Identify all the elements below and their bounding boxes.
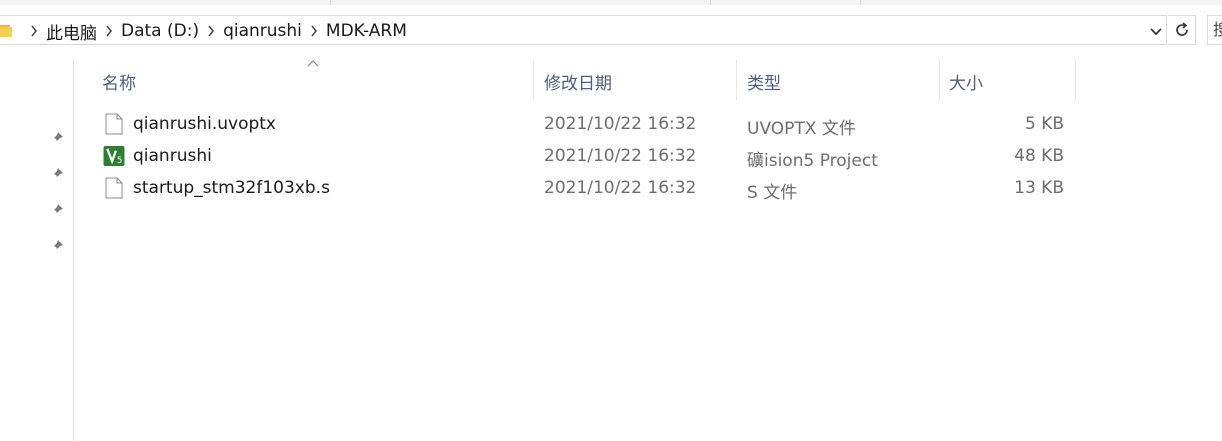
file-modified: 2021/10/22 16:32: [544, 178, 697, 198]
file-name: qianrushi.uvoptx: [133, 114, 276, 134]
file-size: 5 KB: [1024, 114, 1064, 134]
pin-icon[interactable]: [50, 131, 64, 145]
file-row[interactable]: 5 qianrushi 2021/10/22 16:32 礦ision5 Pro…: [74, 141, 1076, 173]
column-header-size-label: 大小: [949, 74, 983, 94]
breadcrumb-this-pc[interactable]: 此电脑: [46, 19, 97, 44]
column-header-modified-label: 修改日期: [544, 74, 612, 94]
chevron-right-icon[interactable]: [203, 16, 219, 46]
chevron-right-icon[interactable]: [306, 16, 322, 46]
address-bar[interactable]: 此电脑 Data (D:) qianrushi MDK-ARM: [0, 15, 1167, 45]
file-size: 48 KB: [1014, 146, 1064, 166]
refresh-icon: [1175, 22, 1188, 36]
refresh-button[interactable]: [1168, 15, 1196, 45]
breadcrumb-folder-qianrushi[interactable]: qianrushi: [223, 21, 302, 41]
file-type: UVOPTX 文件: [747, 119, 856, 139]
pin-icon[interactable]: [50, 239, 64, 253]
chevron-right-icon[interactable]: [26, 16, 42, 46]
pin-icon[interactable]: [50, 167, 64, 181]
breadcrumb-folder-mdk-arm[interactable]: MDK-ARM: [326, 21, 407, 41]
search-partial-text: 搜: [1213, 20, 1222, 39]
breadcrumb-drive[interactable]: Data (D:): [121, 21, 199, 41]
chevron-right-icon[interactable]: [101, 16, 117, 46]
file-type: 礦ision5 Project: [747, 151, 878, 171]
file-size: 13 KB: [1014, 178, 1064, 198]
file-row[interactable]: qianrushi.uvoptx 2021/10/22 16:32 UVOPTX…: [74, 109, 1076, 141]
file-row[interactable]: startup_stm32f103xb.s 2021/10/22 16:32 S…: [74, 173, 1076, 205]
folder-icon: [0, 25, 12, 37]
breadcrumb: 此电脑 Data (D:) qianrushi MDK-ARM: [22, 16, 407, 46]
file-name: qianrushi: [133, 146, 212, 166]
search-input[interactable]: 搜: [1207, 15, 1222, 45]
chevron-down-icon[interactable]: [1148, 23, 1164, 39]
file-type: S 文件: [747, 183, 798, 203]
svg-text:5: 5: [117, 156, 122, 166]
navigation-pane: [0, 60, 74, 441]
toolbar-edge: [0, 0, 1222, 5]
file-modified: 2021/10/22 16:32: [544, 114, 697, 134]
column-header-modified[interactable]: 修改日期: [535, 60, 737, 100]
column-header-name[interactable]: 名称: [74, 60, 534, 100]
document-icon: [105, 177, 123, 199]
column-header-type[interactable]: 类型: [738, 60, 940, 100]
document-icon: [105, 113, 123, 135]
pin-icon[interactable]: [50, 203, 64, 217]
file-modified: 2021/10/22 16:32: [544, 146, 697, 166]
file-name: startup_stm32f103xb.s: [133, 178, 330, 198]
keil-uvision-icon: 5: [103, 146, 125, 166]
column-header-type-label: 类型: [747, 74, 781, 94]
column-header-name-label: 名称: [102, 74, 136, 94]
column-header-size[interactable]: 大小: [941, 60, 1076, 100]
